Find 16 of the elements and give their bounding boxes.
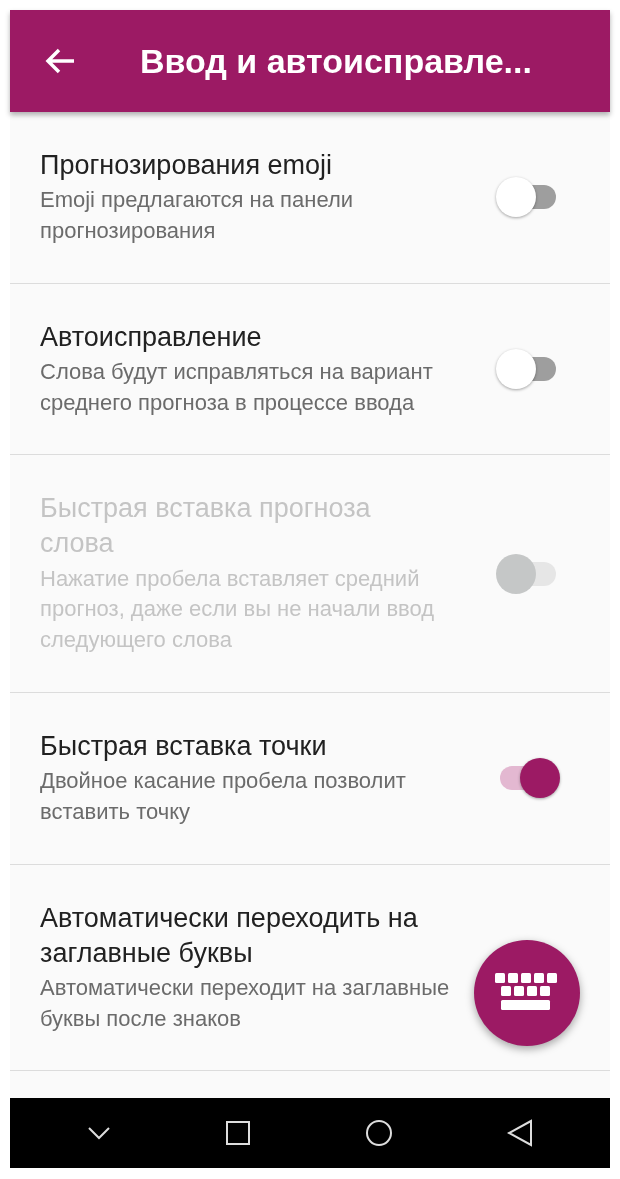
chevron-down-icon[interactable] [87,1126,111,1140]
back-triangle-icon[interactable] [507,1119,533,1147]
setting-title: Быстрая вставка точки [40,729,328,763]
setting-description: Emoji предлагаются на панели прогнозирования [40,186,354,245]
back-icon[interactable] [44,47,76,75]
setting-title: Автоисправление [40,320,263,354]
setting-description: Слова будут исправляться на вариант среднего прогноза в процессе ввода [40,357,434,417]
setting-title: Прогнозирования emoji [40,149,334,182]
setting-title: Автоматически переходить на заглавные буквы [40,901,419,970]
recents-icon[interactable] [225,1120,251,1146]
setting-description: Двойное касание пробела позволит вставить точку [40,767,407,826]
screen-title: Ввод и автоисправле... [140,40,532,82]
keyboard-button[interactable] [474,940,580,1046]
home-icon[interactable] [365,1119,393,1147]
keyboard-icon [495,973,559,1013]
setting-description: Автоматически переходит на заглавные буквы после знаков [40,973,450,1033]
